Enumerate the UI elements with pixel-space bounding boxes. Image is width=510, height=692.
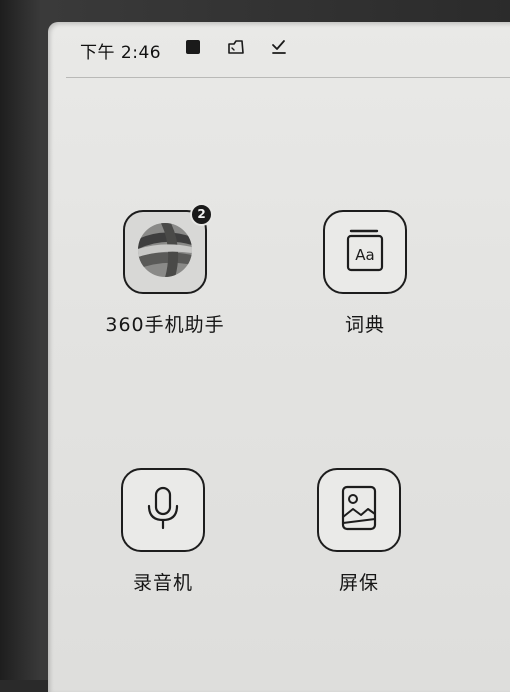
app-label: 录音机 [132, 572, 193, 594]
app-tile[interactable] [121, 468, 205, 552]
app-recorder[interactable]: 录音机 [88, 468, 238, 595]
basketball-icon [134, 219, 196, 285]
status-bar: 下午 2:46 [48, 22, 510, 77]
folder-check-icon[interactable] [226, 38, 246, 60]
app-360-assistant[interactable]: 2 360手机助手 [90, 203, 240, 337]
check-underline-icon[interactable] [270, 38, 288, 60]
app-label: 360手机助手 [105, 314, 225, 336]
e-ink-screen: 下午 2:46 2 360手机助手 Aa 词典 录音机 屏保 [48, 22, 510, 692]
status-divider [66, 77, 510, 78]
app-screensaver[interactable]: 屏保 [284, 468, 434, 595]
app-tile[interactable]: 2 [123, 203, 213, 294]
app-dictionary[interactable]: Aa 词典 [290, 210, 440, 337]
microphone-icon [141, 484, 185, 536]
status-time: 下午 2:46 [80, 43, 162, 63]
app-tile[interactable] [317, 468, 401, 552]
picture-frame-icon [337, 483, 381, 537]
stop-square-icon[interactable] [184, 38, 202, 60]
svg-text:Aa: Aa [355, 246, 374, 264]
dictionary-book-icon: Aa [343, 226, 387, 278]
app-tile[interactable]: Aa [323, 210, 407, 294]
notification-badge: 2 [190, 203, 213, 226]
app-label: 词典 [344, 314, 385, 336]
app-label: 屏保 [338, 572, 379, 594]
